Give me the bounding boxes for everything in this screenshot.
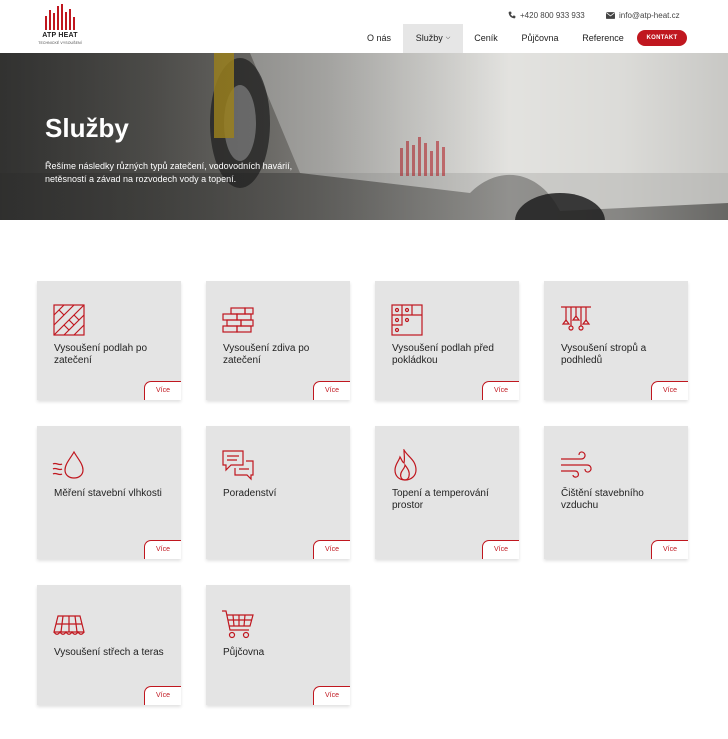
phone-icon xyxy=(508,11,516,19)
nav-item-reference[interactable]: Reference xyxy=(577,24,629,53)
more-button[interactable]: Více xyxy=(313,381,350,400)
more-button[interactable]: Více xyxy=(144,381,181,400)
brick-wall-icon xyxy=(222,307,254,333)
more-button[interactable]: Více xyxy=(144,540,181,559)
hero-description: Řešíme následky různých typů zatečení, v… xyxy=(45,161,293,184)
contact-button[interactable]: KONTAKT xyxy=(637,30,687,46)
floor-tiles-icon xyxy=(53,304,85,336)
service-title: Topení a temperování prostor xyxy=(392,488,489,511)
phone-link[interactable]: +420 800 933 933 xyxy=(508,9,585,21)
phone-number: +420 800 933 933 xyxy=(520,10,585,20)
service-card[interactable]: Vysoušení zdiva po zatečení Více xyxy=(206,281,350,400)
more-button[interactable]: Více xyxy=(651,381,688,400)
service-title: Vysoušení podlah před pokládkou xyxy=(392,343,494,366)
service-card[interactable]: Vysoušení stropů a podhledů Více xyxy=(544,281,688,400)
more-button[interactable]: Více xyxy=(482,540,519,559)
service-title: Měření stavební vlhkosti xyxy=(54,488,162,499)
service-card[interactable]: Vysoušení podlah před pokládkou Více xyxy=(375,281,519,400)
service-title: Půjčovna xyxy=(223,647,265,658)
nav-item-label: Služby xyxy=(415,33,443,43)
chat-bubbles-icon xyxy=(222,450,254,481)
page-title: Služby xyxy=(45,113,129,143)
service-card[interactable]: Vysoušení podlah po zatečení Více xyxy=(37,281,181,400)
nav-item-o-nas[interactable]: O nás xyxy=(359,24,399,53)
main-nav: O nás Služby ⌵ Ceník Půjčovna Reference xyxy=(0,24,728,53)
more-button[interactable]: Více xyxy=(313,540,350,559)
service-title: Vysoušení stropů a podhledů xyxy=(561,343,647,366)
email-link[interactable]: info@atp-heat.cz xyxy=(606,9,680,21)
nav-item-pujcovna[interactable]: Půjčovna xyxy=(513,24,567,53)
envelope-icon xyxy=(606,11,615,19)
roof-tiles-icon xyxy=(53,615,85,635)
service-title: Čištění stavebního vzduchu xyxy=(561,488,644,511)
shopping-cart-icon xyxy=(222,610,254,639)
service-card[interactable]: Poradenství Více xyxy=(206,426,350,559)
service-card[interactable]: Měření stavební vlhkosti Více xyxy=(37,426,181,559)
wind-icon xyxy=(561,451,592,478)
email-address: info@atp-heat.cz xyxy=(619,10,680,20)
service-card[interactable]: Vysoušení střech a teras Více xyxy=(37,585,181,705)
service-title: Poradenství xyxy=(223,488,277,499)
more-button[interactable]: Více xyxy=(144,686,181,705)
service-title: Vysoušení podlah po zatečení xyxy=(54,343,148,366)
service-card[interactable]: Půjčovna Více xyxy=(206,585,350,705)
ceiling-lights-icon xyxy=(561,306,591,331)
hero-banner: Služby Řešíme následky různých typů zate… xyxy=(0,53,728,220)
water-drop-icon xyxy=(52,450,84,479)
floor-plan-icon xyxy=(391,304,423,336)
service-card[interactable]: Topení a temperování prostor Více xyxy=(375,426,519,559)
flame-icon xyxy=(394,449,417,481)
service-card[interactable]: Čištění stavebního vzduchu Více xyxy=(544,426,688,559)
more-button[interactable]: Více xyxy=(313,686,350,705)
service-title: Vysoušení zdiva po zatečení xyxy=(223,343,310,366)
nav-item-cenik[interactable]: Ceník xyxy=(469,24,503,53)
nav-item-sluzby[interactable]: Služby ⌵ xyxy=(403,24,463,53)
service-title: Vysoušení střech a teras xyxy=(54,647,164,658)
chevron-down-icon: ⌵ xyxy=(445,35,451,42)
more-button[interactable]: Více xyxy=(482,381,519,400)
more-button[interactable]: Více xyxy=(651,540,688,559)
site-header: ATP HEAT TECHNICKÉ VYSOUŠENÍ +420 800 93… xyxy=(0,0,728,53)
